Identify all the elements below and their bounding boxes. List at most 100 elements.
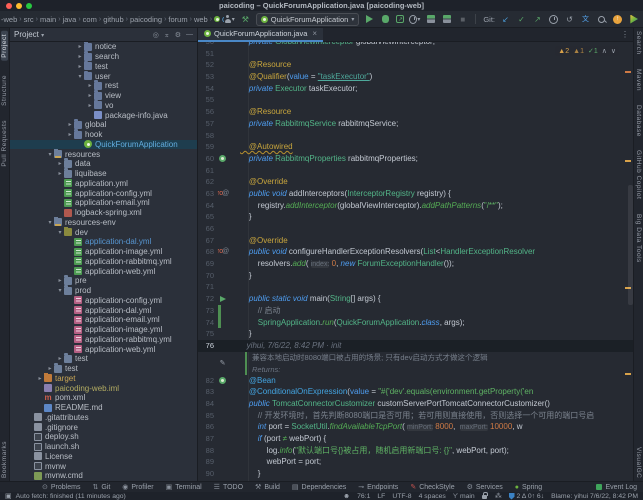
tool-window-button-spring[interactable]: ●Spring xyxy=(515,484,542,491)
tree-item[interactable]: ▸target xyxy=(10,374,197,384)
tree-item[interactable]: application-web.yml xyxy=(10,344,197,354)
debug-button[interactable] xyxy=(380,14,391,25)
tree-chevron-icon[interactable]: ▸ xyxy=(76,63,84,70)
tree-chevron-icon[interactable]: ▸ xyxy=(56,170,64,177)
breadcrumb[interactable]: -web›src›main›java›com›github›paicoding›… xyxy=(1,15,224,24)
line-number[interactable]: 66 xyxy=(198,223,216,235)
tree-item[interactable]: application-config.yml xyxy=(10,296,197,306)
tree-chevron-icon[interactable]: ▾ xyxy=(46,151,54,158)
line-number[interactable]: 84 xyxy=(198,398,216,410)
breadcrumb-item[interactable]: java xyxy=(63,15,77,24)
code-line[interactable]: 69 resolvers.add( index: 0, new ForumExc… xyxy=(198,258,633,270)
profiler-button[interactable]: ▾ xyxy=(409,14,420,25)
line-number[interactable]: 56 xyxy=(198,106,216,118)
line-number[interactable]: 60 xyxy=(198,153,216,165)
code-line[interactable]: 57 private RabbitmqService rabbitmqServi… xyxy=(198,118,633,130)
stop-button[interactable]: ■ xyxy=(457,14,468,25)
line-number[interactable]: 85 xyxy=(198,410,216,422)
tool-window-button-services[interactable]: ⚙Services xyxy=(467,483,503,491)
tree-item[interactable]: launch.sh xyxy=(10,442,197,452)
code-line[interactable]: 59 @Autowired xyxy=(198,141,633,153)
sync-widget[interactable]: 2 Δ 0↑ 6↓ xyxy=(509,493,545,500)
code-line[interactable]: 53 @Qualifier(value = "taskExecutor") xyxy=(198,71,633,83)
line-number[interactable]: 62 xyxy=(198,176,216,188)
tree-item[interactable]: application-web.yml xyxy=(10,266,197,276)
code-line[interactable]: 70 } xyxy=(198,270,633,282)
code-line[interactable]: 58 xyxy=(198,130,633,142)
tool-window-button-visualgc[interactable]: VisualGC xyxy=(635,447,642,478)
breadcrumb-item[interactable]: web xyxy=(194,15,208,24)
project-view-select[interactable]: Project ▾ xyxy=(14,30,44,39)
tree-item[interactable]: ▸view xyxy=(10,91,197,101)
line-number[interactable]: 82 xyxy=(198,375,216,387)
event-log-button[interactable]: Event Log xyxy=(596,484,637,491)
tree-item[interactable]: logback-spring.xml xyxy=(10,208,197,218)
breadcrumb-item[interactable]: paicoding xyxy=(130,15,162,24)
line-number[interactable]: 52 xyxy=(198,59,216,71)
tool-window-button-structure[interactable]: Structure xyxy=(1,75,8,106)
code-line[interactable]: 64 registry.addInterceptor(globalViewInt… xyxy=(198,200,633,212)
tree-chevron-icon[interactable]: ▾ xyxy=(46,219,54,226)
tree-item[interactable]: ▾dev xyxy=(10,227,197,237)
code-line[interactable]: 83 @ConditionalOnExpression(value = "#{'… xyxy=(198,386,633,398)
tree-item[interactable]: application-dal.yml xyxy=(10,305,197,315)
warning-stripe-mark[interactable] xyxy=(625,71,631,73)
blame-widget[interactable]: Blame: yihui 7/6/22, 8:42 PM xyxy=(551,493,638,500)
code-line[interactable]: 54 private Executor taskExecutor; xyxy=(198,83,633,95)
tool-windows-widget-icon[interactable]: ▣ xyxy=(5,492,12,500)
tree-item[interactable]: ▾user xyxy=(10,71,197,81)
breadcrumb-item[interactable]: com xyxy=(83,15,97,24)
tree-item[interactable]: README.md xyxy=(10,403,197,413)
edit-comment-pencil-icon[interactable]: ✎ xyxy=(220,359,226,367)
tree-item[interactable]: deploy.sh xyxy=(10,432,197,442)
line-number[interactable]: 68 xyxy=(198,246,216,258)
tree-chevron-icon[interactable]: ▾ xyxy=(56,287,64,294)
tool-window-button-terminal[interactable]: ▣Terminal xyxy=(166,483,202,491)
tool-window-button-big-data-tools[interactable]: Big Data Tools xyxy=(635,214,642,263)
tree-item[interactable]: ▸liquibase xyxy=(10,169,197,179)
search-everywhere-icon[interactable] xyxy=(596,14,607,25)
code-line[interactable]: 55 xyxy=(198,94,633,106)
line-number[interactable]: 71 xyxy=(198,281,216,293)
code-line[interactable]: 90 } xyxy=(198,468,633,480)
tree-item[interactable]: .gitignore xyxy=(10,422,197,432)
line-number[interactable]: 57 xyxy=(198,118,216,130)
code-line[interactable]: 74 SpringApplication.run(QuickForumAppli… xyxy=(198,317,633,329)
tree-chevron-icon[interactable]: ▸ xyxy=(86,102,94,109)
rollback-icon[interactable]: ↺ xyxy=(564,14,575,25)
tool-window-button-bookmarks[interactable]: Bookmarks xyxy=(1,441,8,478)
tool-window-button-dependencies[interactable]: ▤Dependencies xyxy=(292,483,346,491)
tree-item[interactable]: QuickForumApplication xyxy=(10,140,197,150)
breadcrumb-item[interactable]: github xyxy=(103,15,123,24)
code-line[interactable]: 68↑o@ public void configureHandlerExcept… xyxy=(198,246,633,258)
line-number[interactable]: 72 xyxy=(198,293,216,305)
tree-item[interactable]: ▾prod xyxy=(10,286,197,296)
code-line[interactable]: 65 } xyxy=(198,211,633,223)
line-number[interactable]: 73 xyxy=(198,305,216,317)
tree-item[interactable]: application-image.yml xyxy=(10,325,197,335)
tree-chevron-icon[interactable]: ▸ xyxy=(36,375,44,382)
tool-window-button-maven[interactable]: Maven xyxy=(635,69,642,91)
tool-window-button-git[interactable]: ⇅Git xyxy=(92,483,110,491)
code-line[interactable]: 85 // 开发环境时，首先判断8080端口是否可用；若可用则直接使用，否则选择… xyxy=(198,410,633,422)
run-configuration-select[interactable]: QuickForumApplication ▾ xyxy=(256,13,360,26)
tool-window-button-problems[interactable]: ⊙Problems xyxy=(42,483,80,491)
breadcrumb-item[interactable]: forum xyxy=(168,15,187,24)
tree-chevron-icon[interactable]: ▾ xyxy=(56,229,64,236)
run-tool-icon-2[interactable] xyxy=(441,14,452,25)
tree-item[interactable]: application-config.yml xyxy=(10,188,197,198)
line-number[interactable]: 74 xyxy=(198,317,216,329)
tree-chevron-icon[interactable]: ▸ xyxy=(56,277,64,284)
tree-item[interactable]: ▸vo xyxy=(10,101,197,111)
line-number[interactable]: 67 xyxy=(198,235,216,247)
prev-problem-icon[interactable]: ∧ xyxy=(602,47,607,55)
tree-item[interactable]: application.yml xyxy=(10,179,197,189)
tool-window-button-checkstyle[interactable]: ✎CheckStyle xyxy=(410,483,454,491)
tree-item[interactable]: ▸hook xyxy=(10,130,197,140)
line-number[interactable]: 59 xyxy=(198,141,216,153)
tree-chevron-icon[interactable]: ▾ xyxy=(76,73,84,80)
tree-chevron-icon[interactable]: ▸ xyxy=(86,92,94,99)
collapsed-doc-comment[interactable]: ✎兼容本地启动时8080端口被占用的场景; 只有dev启动方式才做这个逻辑Ret… xyxy=(198,352,633,375)
tree-chevron-icon[interactable]: ▸ xyxy=(76,43,84,50)
git-branch-widget[interactable]: ϒ main xyxy=(453,493,475,500)
